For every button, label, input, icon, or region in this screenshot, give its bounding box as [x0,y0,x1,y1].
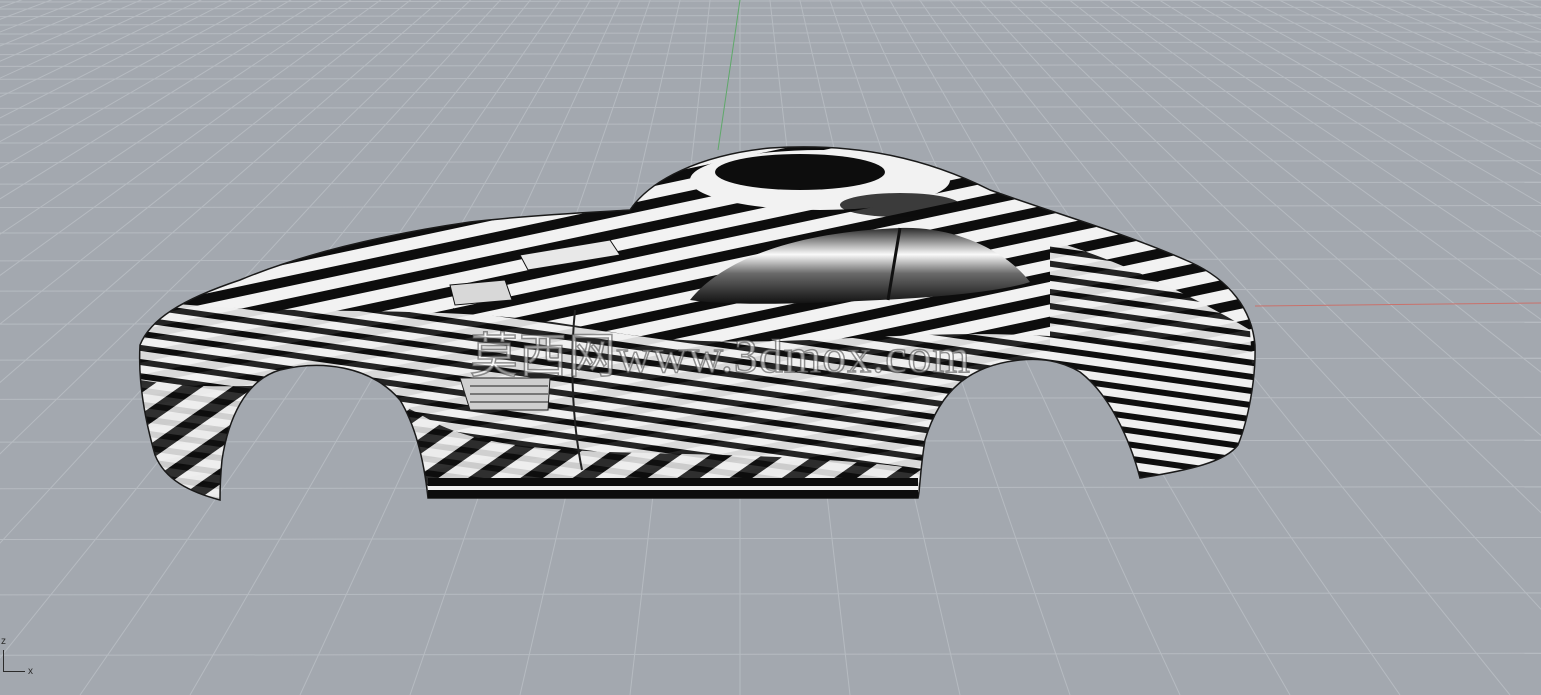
rhino-perspective-viewport[interactable]: 莫西网www.3dmox.com z x [0,0,1541,695]
x-axis-indicator [3,671,25,672]
car-body-model[interactable] [130,140,1270,510]
z-axis-label: z [1,636,6,647]
viewport-canvas[interactable] [0,0,1541,695]
axis-orientation-widget: z x [0,632,50,687]
z-axis-indicator [3,650,4,672]
y-axis-line [717,0,741,151]
x-axis-line [1254,302,1541,307]
x-axis-label: x [28,666,33,677]
